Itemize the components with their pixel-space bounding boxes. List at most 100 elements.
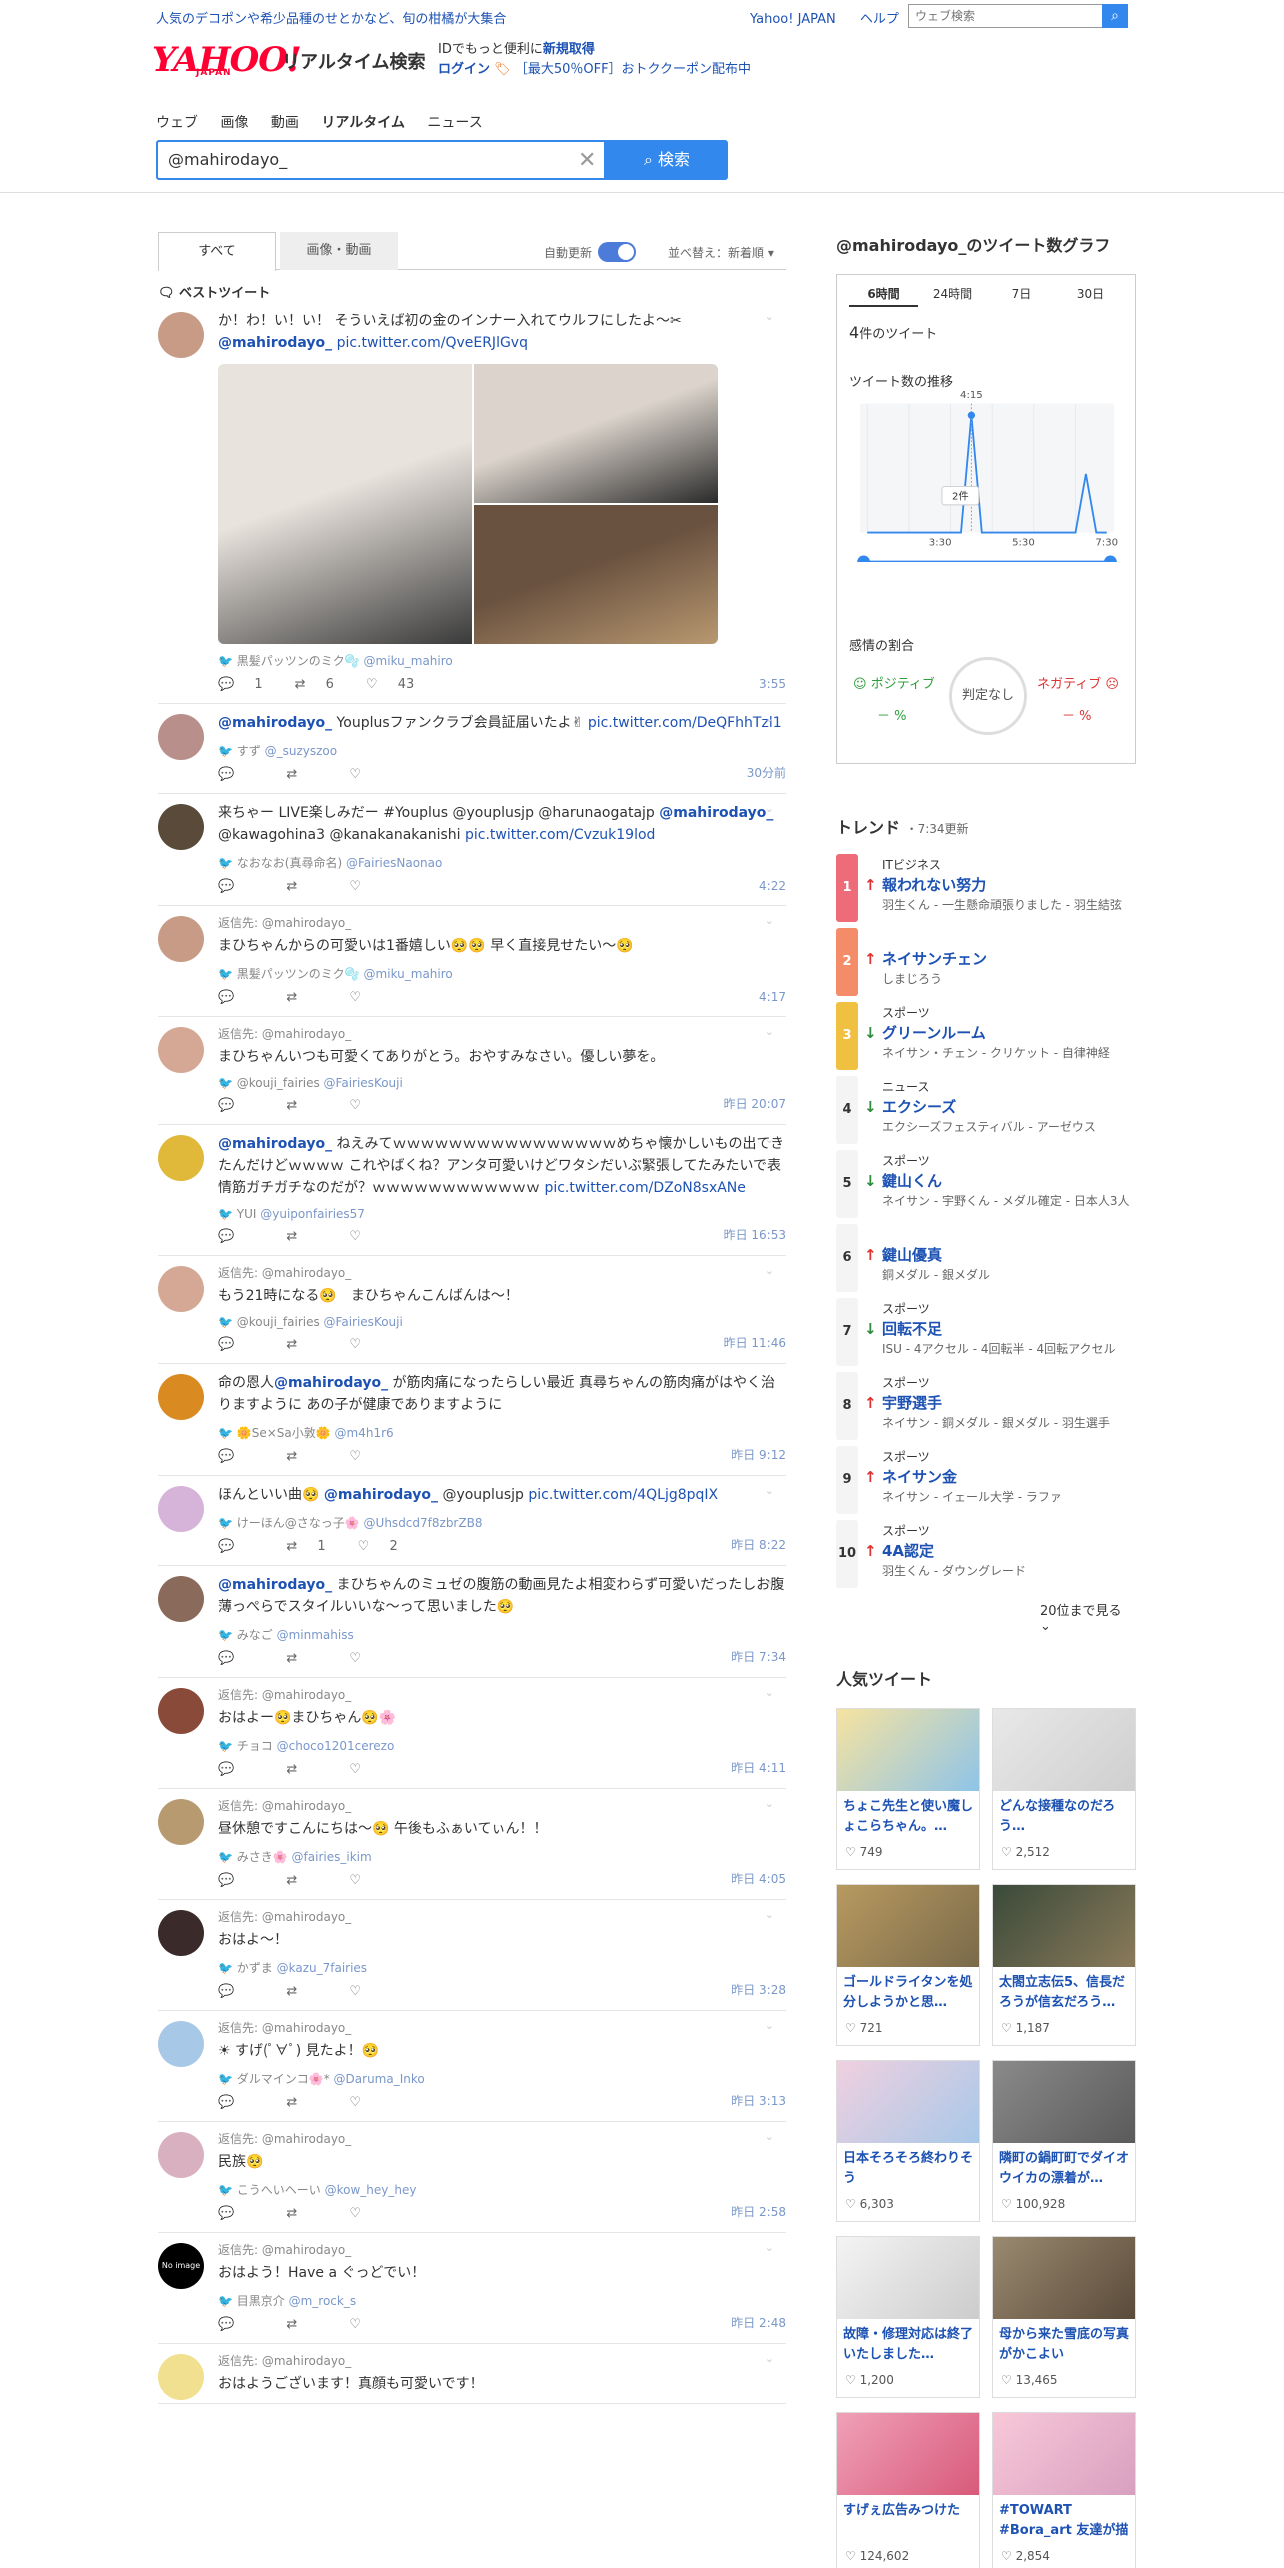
like-button[interactable]: ♡ xyxy=(349,1449,393,1464)
tweet-author[interactable]: 🐦 こうへいヘーい @kow_hey_hey xyxy=(218,2181,786,2198)
tweet-time[interactable]: 昨日 3:28 xyxy=(731,1981,786,1998)
tweet-time[interactable]: 昨日 7:34 xyxy=(731,1648,786,1665)
pic-link[interactable]: pic.twitter.com/Cvzuk19lod xyxy=(465,827,655,843)
tweet-image[interactable] xyxy=(218,364,472,644)
popular-tweet-card[interactable]: ちょこ先生と使い魔しょこらちゃん。… ♡ 749 xyxy=(836,1708,980,1870)
avatar[interactable] xyxy=(158,2354,204,2400)
tweet-time[interactable]: 昨日 8:22 xyxy=(731,1536,786,1553)
avatar[interactable] xyxy=(158,312,204,358)
tweet-time[interactable]: 昨日 9:12 xyxy=(731,1446,786,1463)
nav-web[interactable]: ウェブ xyxy=(156,115,198,131)
reply-to[interactable]: 返信先: @mahirodayo_ xyxy=(218,1025,786,1042)
mention-link[interactable]: @mahirodayo_ xyxy=(218,335,332,351)
reply-button[interactable]: 💬 xyxy=(218,1984,270,1999)
chevron-down-icon[interactable]: ⌄ xyxy=(765,914,774,927)
peak-point[interactable] xyxy=(967,411,976,419)
tweet-author[interactable]: 🐦 YUI @yuiponfairies57 xyxy=(218,1207,786,1221)
tweet-time[interactable]: 4:22 xyxy=(759,879,786,893)
avatar[interactable] xyxy=(158,2132,204,2178)
chevron-down-icon[interactable]: ⌄ xyxy=(765,1574,774,1587)
trend-name[interactable]: 回転不足 xyxy=(882,1318,942,1339)
author-id[interactable]: @m4h1r6 xyxy=(335,1426,394,1440)
author-id[interactable]: @fairies_ikim xyxy=(292,1850,372,1864)
retweet-button[interactable]: ⇄ xyxy=(286,879,333,894)
chevron-down-icon[interactable]: ⌄ xyxy=(765,1372,774,1385)
retweet-button[interactable]: ⇄ xyxy=(286,1651,333,1666)
help-link[interactable]: ヘルプ xyxy=(860,12,899,27)
mention-link[interactable]: @mahirodayo_ xyxy=(659,805,773,821)
popular-tweet-title[interactable]: 日本そろそろ終わりそう xyxy=(843,2149,975,2189)
trend-item[interactable]: 1 ITビジネス ↑ 報われない努力 羽生くん - 一生懸命頑張りました - 羽生結弦 xyxy=(836,852,1136,926)
yahoo-japan-link[interactable]: Yahoo! JAPAN xyxy=(750,12,836,27)
tweet-image[interactable] xyxy=(474,364,718,503)
mention-link[interactable]: @mahirodayo_ xyxy=(218,1577,332,1593)
avatar[interactable] xyxy=(158,714,204,760)
avatar[interactable] xyxy=(158,2021,204,2067)
popular-tweet-card[interactable]: 母から来た雪底の写真がかこよい ♡ 13,465 xyxy=(992,2236,1136,2398)
popular-tweet-card[interactable]: 故障・修理対応は終了いたしました… ♡ 1,200 xyxy=(836,2236,980,2398)
tweet-author[interactable]: 🐦 黒髪パッツンのミク🫧 @miku_mahiro xyxy=(218,965,786,982)
tweet-author[interactable]: 🐦 @kouji_fairies @FairiesKouji xyxy=(218,1315,786,1329)
tweet-author[interactable]: 🐦 みなご @minmahiss xyxy=(218,1626,786,1643)
pic-link[interactable]: pic.twitter.com/DeQFhhTzl1 xyxy=(588,715,782,731)
reply-button[interactable]: 💬 xyxy=(218,1337,270,1352)
like-button[interactable]: ♡ 43 xyxy=(366,677,430,692)
tweet-time[interactable]: 昨日 11:46 xyxy=(724,1334,786,1351)
tweet-time[interactable]: 昨日 16:53 xyxy=(724,1226,786,1243)
author-id[interactable]: @FairiesKouji xyxy=(324,1315,403,1329)
popular-tweet-title[interactable]: 隣町の鍋町町でダイオウイカの漂着が… xyxy=(999,2149,1131,2189)
trend-item[interactable]: 8 スポーツ ↑ 宇野選手 ネイサン - 銅メダル - 銀メダル - 羽生選手 xyxy=(836,1370,1136,1444)
trend-name[interactable]: ネイサンチェン xyxy=(882,948,987,969)
popular-tweet-title[interactable]: 太閤立志伝5、信長だろうが信玄だろう… xyxy=(999,1973,1131,2013)
reply-button[interactable]: 💬 xyxy=(218,2317,270,2332)
trend-item[interactable]: 10 スポーツ ↑ 4A認定 羽生くん - ダウングレード xyxy=(836,1518,1136,1592)
avatar[interactable] xyxy=(158,1910,204,1956)
trend-item[interactable]: 7 スポーツ ↓ 回転不足 ISU - 4アクセル - 4回転半 - 4回転アクセル xyxy=(836,1296,1136,1370)
login-link[interactable]: ログイン xyxy=(438,62,490,77)
tweet-author[interactable]: 🐦 黒髪パッツンのミク🫧 @miku_mahiro xyxy=(218,652,786,669)
chevron-down-icon[interactable]: ⌄ xyxy=(765,802,774,815)
popular-tweet-card[interactable]: すげぇ広告みつけた ♡ 124,602 xyxy=(836,2412,980,2568)
chevron-down-icon[interactable]: ⌄ xyxy=(765,1797,774,1810)
reply-button[interactable]: 💬 xyxy=(218,1449,270,1464)
popular-tweet-title[interactable]: ゴールドライタンを処分しようかと思… xyxy=(843,1973,975,2013)
reply-button[interactable]: 💬 xyxy=(218,1539,270,1554)
popular-tweet-title[interactable]: どんな接種なのだろう… xyxy=(999,1797,1131,1837)
tab-30d[interactable]: 30日 xyxy=(1056,283,1125,305)
tweet-time[interactable]: 4:17 xyxy=(759,990,786,1004)
reply-button[interactable]: 💬 xyxy=(218,1229,270,1244)
popular-tweet-image[interactable] xyxy=(837,1885,979,1967)
trend-name[interactable]: 鍵山くん xyxy=(882,1170,942,1191)
chevron-down-icon[interactable]: ⌄ xyxy=(765,1025,774,1038)
trend-name[interactable]: グリーンルーム xyxy=(882,1022,986,1043)
chevron-down-icon[interactable]: ⌄ xyxy=(765,2241,774,2254)
popular-tweet-image[interactable] xyxy=(837,2061,979,2143)
reply-to[interactable]: 返信先: @mahirodayo_ xyxy=(218,2130,786,2147)
tweet-time[interactable]: 昨日 3:13 xyxy=(731,2092,786,2109)
reply-to[interactable]: 返信先: @mahirodayo_ xyxy=(218,1797,786,1814)
author-id[interactable]: @kow_hey_hey xyxy=(325,2183,417,2197)
author-id[interactable]: @miku_mahiro xyxy=(364,967,453,981)
author-id[interactable]: @FairiesKouji xyxy=(324,1076,403,1090)
trend-item[interactable]: 4 ニュース ↓ エクシーズ エクシーズフェスティバル - アーゼウス xyxy=(836,1074,1136,1148)
retweet-button[interactable]: ⇄ xyxy=(286,767,333,782)
pic-link[interactable]: pic.twitter.com/DZoN8sxANe xyxy=(544,1180,745,1196)
mention-link[interactable]: @mahirodayo_ xyxy=(324,1487,438,1503)
yahoo-realtime-logo[interactable]: YAHOO! JAPAN リアルタイム検索 xyxy=(152,40,432,82)
chevron-down-icon[interactable]: ⌄ xyxy=(765,2019,774,2032)
tweet-author[interactable]: 🐦 チョコ @choco1201cerezo xyxy=(218,1737,786,1754)
popular-tweet-title[interactable]: 故障・修理対応は終了いたしました… xyxy=(843,2325,975,2365)
nav-realtime[interactable]: リアルタイム xyxy=(321,115,405,131)
mention-link[interactable]: @mahirodayo_ xyxy=(218,715,332,731)
like-button[interactable]: ♡ xyxy=(349,2206,393,2221)
like-button[interactable]: ♡ xyxy=(349,1651,393,1666)
tweet-time[interactable]: 昨日 2:48 xyxy=(731,2314,786,2331)
avatar[interactable] xyxy=(158,1374,204,1420)
author-id[interactable]: @yuiponfairies57 xyxy=(260,1207,365,1221)
tab-6h[interactable]: 6時間 xyxy=(849,283,918,307)
avatar[interactable] xyxy=(158,1799,204,1845)
tweet-author[interactable]: 🐦 すず @_suzyszoo xyxy=(218,742,786,759)
retweet-button[interactable]: ⇄ xyxy=(286,2317,333,2332)
author-id[interactable]: @choco1201cerezo xyxy=(277,1739,395,1753)
chevron-down-icon[interactable]: ⌄ xyxy=(765,1133,774,1146)
